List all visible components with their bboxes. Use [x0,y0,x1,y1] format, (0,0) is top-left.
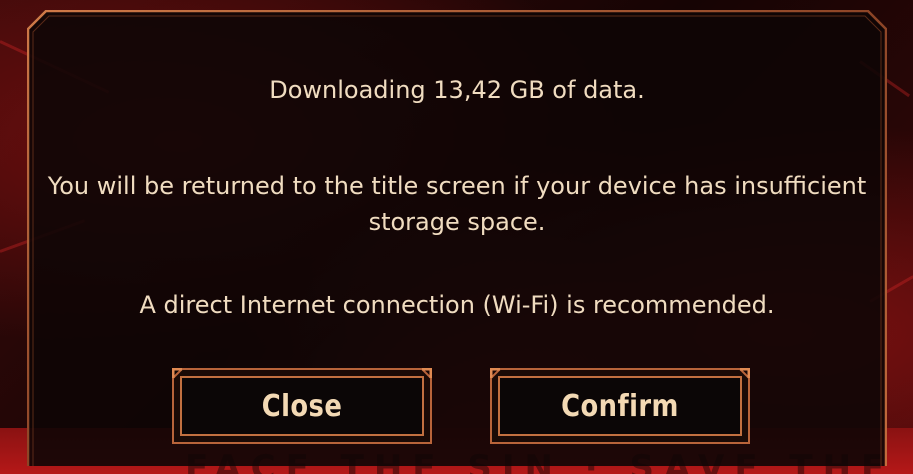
storage-warning-message: You will be returned to the title screen… [47,172,867,236]
confirm-button[interactable]: Confirm [490,368,750,444]
close-button-label: Close [261,388,343,424]
close-button[interactable]: Close [172,368,432,444]
game-screen: FACE THE SIN · SAVE THE E·D· Downloading… [0,0,913,474]
download-size-message: Downloading 13,42 GB of data. [269,76,645,104]
confirm-button-label: Confirm [561,388,679,424]
connection-recommendation-message: A direct Internet connection (Wi-Fi) is … [139,291,775,319]
